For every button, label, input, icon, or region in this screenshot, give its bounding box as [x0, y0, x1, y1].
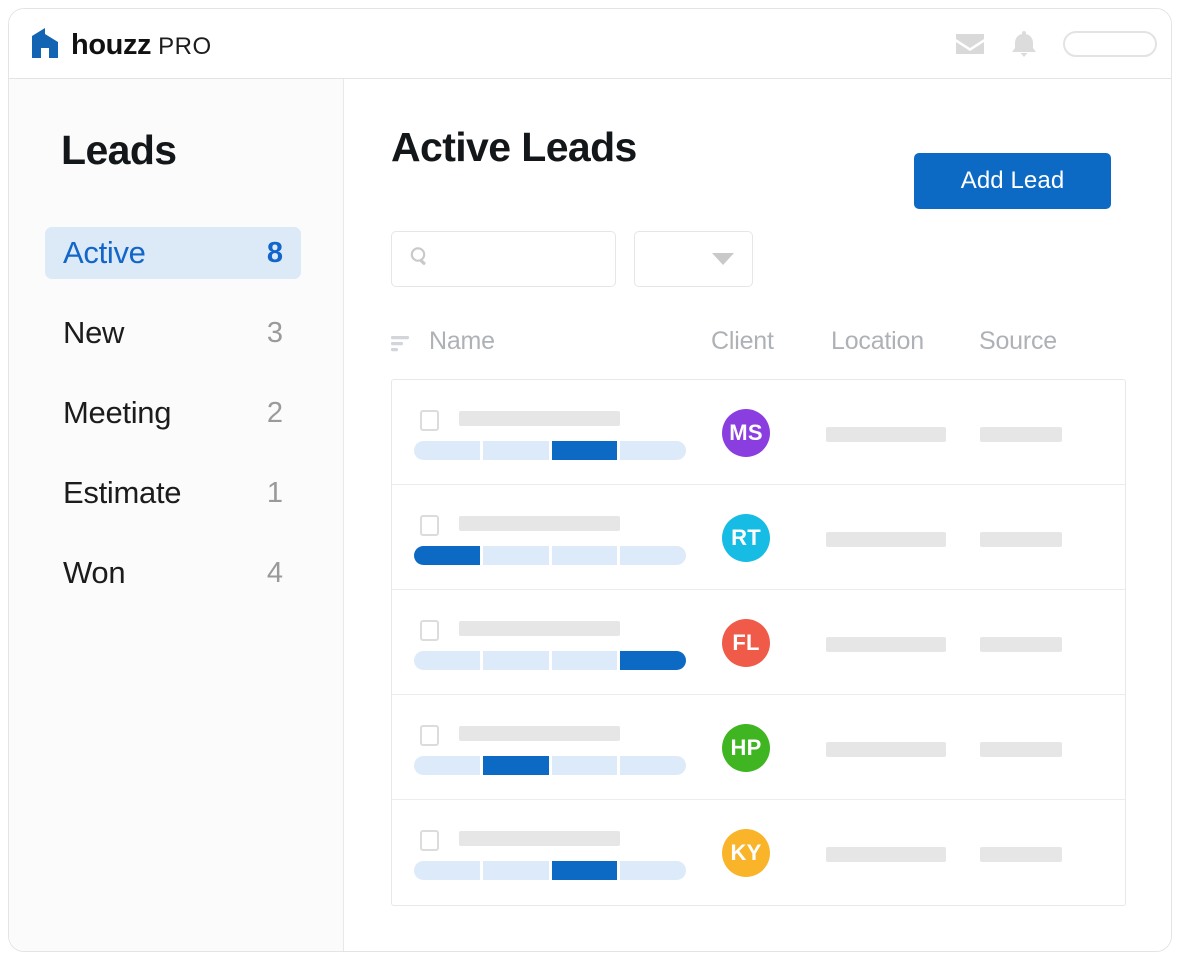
lead-location-placeholder — [826, 742, 946, 757]
lead-stage-progress[interactable] — [414, 756, 686, 775]
stage-segment-2 — [482, 546, 549, 565]
brand-logo[interactable]: houzz PRO — [29, 25, 212, 65]
page-title: Active Leads — [391, 124, 637, 170]
lead-source-placeholder — [980, 427, 1062, 442]
sidebar-item-meeting[interactable]: Meeting 2 — [45, 387, 301, 439]
lead-source-placeholder — [980, 847, 1062, 862]
table-row[interactable]: MS — [392, 380, 1125, 485]
search-icon — [408, 245, 432, 274]
stage-segment-3 — [551, 861, 618, 880]
column-header-source[interactable]: Source — [979, 327, 1057, 356]
sidebar-item-active[interactable]: Active 8 — [45, 227, 301, 279]
sidebar-item-won[interactable]: Won 4 — [45, 547, 301, 599]
leads-table: MS RT FL HP KY — [391, 379, 1126, 906]
stage-segment-1 — [414, 861, 480, 880]
row-checkbox[interactable] — [420, 515, 439, 536]
stage-segment-2 — [482, 441, 549, 460]
account-pill-placeholder[interactable] — [1063, 31, 1157, 57]
stage-segment-3 — [551, 441, 618, 460]
lead-location-placeholder — [826, 532, 946, 547]
sidebar: Leads Active 8 New 3 Meeting 2 Estimate … — [9, 79, 344, 951]
filter-select[interactable] — [634, 231, 753, 287]
lead-name-placeholder — [459, 411, 620, 426]
stage-segment-1 — [414, 441, 480, 460]
row-checkbox[interactable] — [420, 620, 439, 641]
stage-segment-3 — [551, 756, 618, 775]
search-input[interactable] — [391, 231, 616, 287]
main-content: Active Leads Add Lead Name Client Locati… — [345, 79, 1171, 951]
add-lead-button[interactable]: Add Lead — [914, 153, 1111, 209]
stage-segment-3 — [551, 651, 618, 670]
stage-segment-1 — [414, 756, 480, 775]
stage-segment-2 — [482, 861, 549, 880]
filter-row — [391, 231, 753, 287]
lead-stage-progress[interactable] — [414, 546, 686, 565]
stage-segment-4 — [620, 651, 686, 670]
table-row[interactable]: HP — [392, 695, 1125, 800]
table-header: Name Client Location Source — [391, 327, 1171, 365]
lead-stage-progress[interactable] — [414, 861, 686, 880]
stage-segment-4 — [620, 756, 686, 775]
bell-icon[interactable] — [1009, 29, 1039, 59]
lead-source-placeholder — [980, 637, 1062, 652]
chevron-down-icon — [712, 253, 734, 265]
houzz-house-icon — [29, 26, 61, 65]
brand-name: houzz — [71, 28, 152, 61]
sidebar-title: Leads — [61, 127, 177, 173]
row-checkbox[interactable] — [420, 410, 439, 431]
sidebar-item-count: 2 — [266, 396, 283, 429]
avatar[interactable]: FL — [722, 619, 770, 667]
sidebar-nav: Active 8 New 3 Meeting 2 Estimate 1 Won … — [45, 227, 301, 627]
lead-source-placeholder — [980, 532, 1062, 547]
stage-segment-3 — [551, 546, 618, 565]
stage-segment-4 — [620, 861, 686, 880]
sidebar-item-count: 8 — [266, 236, 283, 269]
brand-suffix: PRO — [158, 32, 212, 60]
lead-location-placeholder — [826, 637, 946, 652]
lead-name-placeholder — [459, 726, 620, 741]
avatar[interactable]: HP — [722, 724, 770, 772]
table-row[interactable]: RT — [392, 485, 1125, 590]
lead-name-placeholder — [459, 831, 620, 846]
sidebar-item-label: Meeting — [63, 395, 172, 430]
sidebar-item-count: 3 — [266, 316, 283, 349]
table-row[interactable]: FL — [392, 590, 1125, 695]
stage-segment-4 — [620, 441, 686, 460]
stage-segment-1 — [414, 546, 480, 565]
sidebar-item-label: Estimate — [63, 475, 182, 510]
column-header-client[interactable]: Client — [711, 327, 774, 356]
stage-segment-2 — [482, 756, 549, 775]
lead-location-placeholder — [826, 427, 946, 442]
sidebar-item-new[interactable]: New 3 — [45, 307, 301, 359]
sort-icon[interactable] — [391, 335, 413, 358]
top-bar: houzz PRO — [9, 9, 1171, 79]
lead-stage-progress[interactable] — [414, 441, 686, 460]
sidebar-item-label: Active — [63, 235, 146, 270]
lead-name-placeholder — [459, 621, 620, 636]
avatar[interactable]: RT — [722, 514, 770, 562]
stage-segment-4 — [620, 546, 686, 565]
lead-location-placeholder — [826, 847, 946, 862]
top-bar-actions — [955, 9, 1157, 79]
column-header-name[interactable]: Name — [429, 327, 495, 356]
table-row[interactable]: KY — [392, 800, 1125, 905]
row-checkbox[interactable] — [420, 830, 439, 851]
sidebar-item-count: 1 — [266, 476, 283, 509]
mail-icon[interactable] — [955, 29, 985, 59]
stage-segment-1 — [414, 651, 480, 670]
avatar[interactable]: KY — [722, 829, 770, 877]
stage-segment-2 — [482, 651, 549, 670]
sidebar-item-count: 4 — [266, 556, 283, 589]
sidebar-item-estimate[interactable]: Estimate 1 — [45, 467, 301, 519]
app-card: houzz PRO Leads Active 8 New 3 Meeting 2… — [8, 8, 1172, 952]
avatar[interactable]: MS — [722, 409, 770, 457]
lead-stage-progress[interactable] — [414, 651, 686, 670]
lead-name-placeholder — [459, 516, 620, 531]
lead-source-placeholder — [980, 742, 1062, 757]
column-header-location[interactable]: Location — [831, 327, 924, 356]
sidebar-item-label: New — [63, 315, 125, 350]
sidebar-item-label: Won — [63, 555, 126, 590]
row-checkbox[interactable] — [420, 725, 439, 746]
